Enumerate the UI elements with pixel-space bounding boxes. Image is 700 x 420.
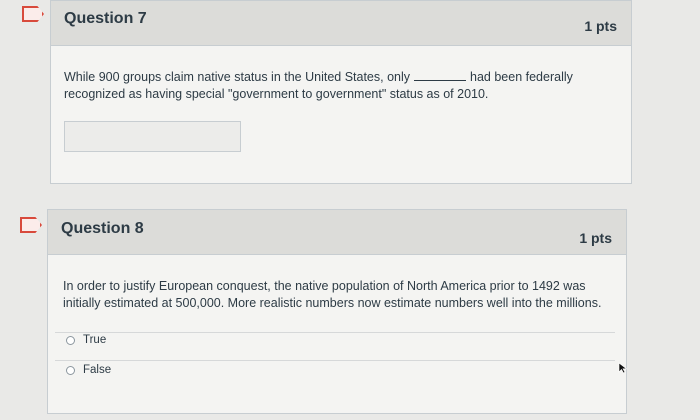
question-points: 1 pts — [579, 230, 612, 246]
option-divider — [55, 332, 615, 333]
mouse-cursor-icon — [618, 362, 628, 374]
question-8-text: In order to justify European conquest, t… — [63, 279, 602, 310]
question-8-header: Question 8 1 pts — [48, 210, 626, 255]
option-label: False — [83, 364, 112, 376]
flag-question-8-icon[interactable] — [20, 217, 42, 233]
radio-button[interactable] — [66, 335, 75, 345]
question-7-header: Question 7 1 pts — [51, 1, 631, 46]
option-false[interactable]: False — [66, 364, 111, 376]
flag-question-7-icon[interactable] — [22, 6, 44, 22]
question-text: While 900 groups claim native status in … — [64, 69, 584, 103]
option-true[interactable]: True — [66, 334, 106, 346]
radio-button[interactable] — [66, 365, 75, 375]
option-label: True — [83, 334, 107, 346]
question-points: 1 pts — [584, 18, 617, 34]
fill-blank — [414, 70, 467, 81]
question-text-before: While 900 groups claim native status in … — [64, 70, 411, 84]
question-7-card: Question 7 1 pts While 900 groups claim … — [50, 0, 632, 184]
question-title: Question 8 — [61, 220, 144, 237]
answer-input[interactable] — [64, 121, 241, 152]
option-divider — [55, 360, 615, 361]
question-title: Question 7 — [64, 10, 147, 27]
